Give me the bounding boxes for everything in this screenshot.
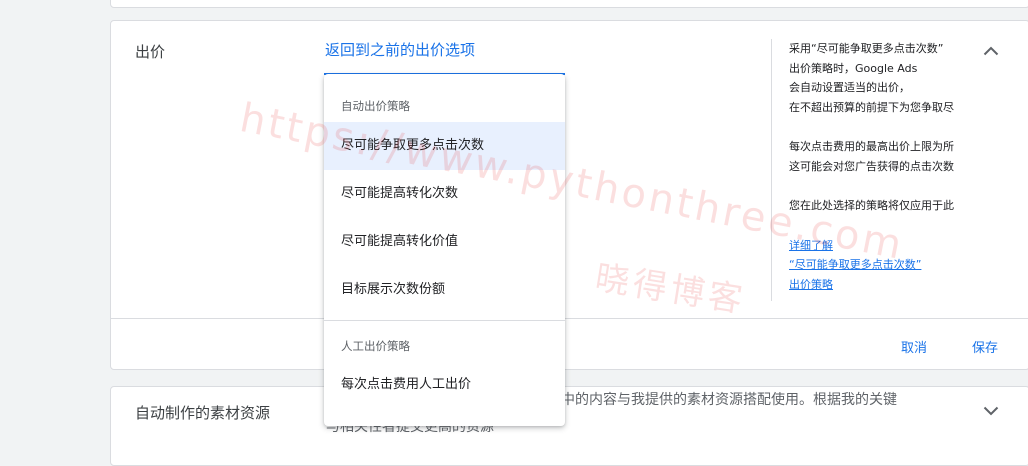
bidding-section-title: 出价 [135,43,166,61]
help-line: 每次点击费用的最高出价上限为所 [789,140,954,153]
help-line: 您在此处选择的策略将仅应用于此 [789,199,954,212]
bid-strategy-dropdown-menu: 自动出价策略 尽可能争取更多点击次数 尽可能提高转化次数 尽可能提高转化价值 目… [324,74,565,426]
auto-assets-section-title: 自动制作的素材资源 [135,404,271,422]
help-line: 会自动设置适当的出价， [789,81,910,94]
auto-bidding-group-label: 自动出价策略 [341,99,410,113]
learn-more-link[interactable]: 详细了解 [789,239,833,252]
option-target-impression-share[interactable]: 目标展示次数份额 [324,266,565,314]
save-button[interactable]: 保存 [972,337,998,356]
help-gap [789,176,981,196]
option-manual-cpc[interactable]: 每次点击费用人工出价 [324,361,565,409]
collapse-section-button[interactable] [979,39,1003,63]
option-maximize-conversions[interactable]: 尽可能提高转化次数 [324,170,565,218]
manual-bidding-group-label: 人工出价策略 [341,339,410,353]
help-gap [789,117,981,137]
auto-assets-card: 自动制作的素材资源 中的内容与我提供的素材资源搭配使用。根据我的关键 与相关性者… [110,386,1028,466]
help-line: 采用“尽可能争取更多点击次数” [789,42,944,55]
chevron-up-icon [983,46,999,56]
bidding-card: 出价 返回到之前的出价选项 采用“尽可能争取更多点击次数” 出价策略时，Goog… [110,20,1028,370]
bid-strategy-link[interactable]: 出价策略 [789,278,833,291]
help-line: 这可能会对您广告获得的点击次数 [789,159,954,173]
bidding-footer-divider [111,318,1028,319]
chevron-down-icon [983,406,999,416]
help-gap [789,216,981,236]
auto-assets-description: 中的内容与我提供的素材资源搭配使用。根据我的关键 [561,392,897,408]
help-line: 出价策略时，Google Ads [789,61,918,75]
option-maximize-clicks[interactable]: 尽可能争取更多点击次数 [324,122,565,170]
previous-section-card [110,0,1028,8]
expand-section-button[interactable] [979,399,1003,423]
help-line: 在不超出预算的前提下为您争取尽 [789,100,954,114]
bidding-help-panel: 采用“尽可能争取更多点击次数” 出价策略时，Google Ads 会自动设置适当… [771,39,981,301]
back-to-previous-bid-options-link[interactable]: 返回到之前的出价选项 [325,39,475,60]
cancel-button[interactable]: 取消 [901,337,927,356]
option-maximize-conversion-value[interactable]: 尽可能提高转化价值 [324,218,565,266]
maximize-clicks-link[interactable]: “尽可能争取更多点击次数” [789,258,921,271]
